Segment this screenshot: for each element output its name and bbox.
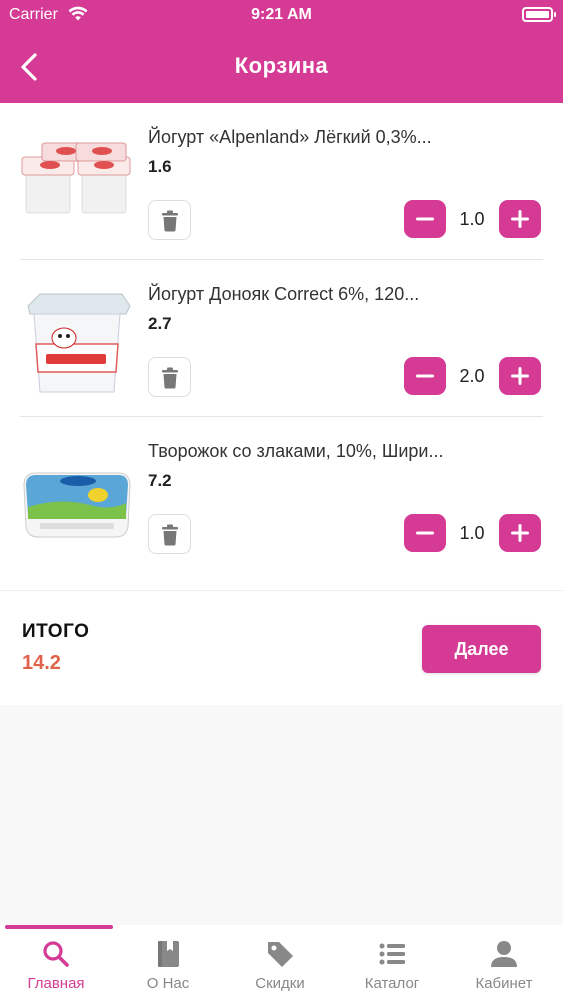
- product-name: Йогурт «Alpenland» Лёгкий 0,3%...: [148, 127, 432, 147]
- product-name: Творожок со злаками, 10%, Шири...: [148, 441, 444, 461]
- cart-item: Йогурт «Alpenland» Лёгкий 0,3%... 1.6 1.…: [0, 103, 563, 260]
- tab-home[interactable]: Главная: [0, 935, 112, 997]
- battery-icon: [522, 7, 556, 22]
- tab-label: Скидки: [255, 975, 305, 992]
- tab-label: Кабинет: [475, 975, 533, 992]
- minus-icon: [416, 531, 434, 535]
- product-image: [23, 472, 131, 538]
- tab-account[interactable]: Кабинет: [448, 935, 560, 997]
- tab-bar: Главная О Нас Скидки Каталог Кабинет: [0, 925, 563, 1000]
- page-title: Корзина: [234, 53, 329, 78]
- tab-discounts[interactable]: Скидки: [224, 935, 336, 997]
- status-time: 9:21 AM: [251, 6, 312, 23]
- plus-icon: [511, 367, 529, 385]
- increase-quantity-button[interactable]: [499, 514, 541, 552]
- product-name: Йогурт Донояк Correct 6%, 120...: [148, 284, 420, 304]
- tab-catalog[interactable]: Каталог: [336, 935, 448, 997]
- minus-icon: [416, 374, 434, 378]
- delete-button[interactable]: [148, 357, 191, 397]
- increase-quantity-button[interactable]: [499, 200, 541, 238]
- cart-item: Творожок со злаками, 10%, Шири... 7.2 1.…: [0, 417, 563, 574]
- delete-button[interactable]: [148, 514, 191, 554]
- product-image: [27, 293, 131, 393]
- book-icon: [158, 941, 179, 967]
- next-button[interactable]: Далее: [422, 625, 541, 673]
- plus-icon: [511, 524, 529, 542]
- increase-quantity-button[interactable]: [499, 357, 541, 395]
- user-icon: [491, 941, 517, 967]
- delete-button[interactable]: [148, 200, 191, 240]
- list-icon: [379, 943, 405, 965]
- plus-icon: [511, 210, 529, 228]
- tag-icon: [268, 942, 293, 967]
- decrease-quantity-button[interactable]: [404, 357, 446, 395]
- quantity-value: 1.0: [459, 209, 485, 229]
- product-price: 1.6: [148, 157, 172, 176]
- quantity-value: 2.0: [459, 366, 485, 386]
- trash-icon: [162, 210, 178, 232]
- trash-icon: [162, 524, 178, 546]
- status-bar: Carrier 9:21 AM: [0, 0, 563, 30]
- decrease-quantity-button[interactable]: [404, 200, 446, 238]
- decrease-quantity-button[interactable]: [404, 514, 446, 552]
- trash-icon: [162, 367, 178, 389]
- tab-label: Каталог: [364, 975, 420, 992]
- product-image: [21, 142, 131, 214]
- product-price: 2.7: [148, 314, 172, 333]
- minus-icon: [416, 217, 434, 221]
- order-summary: ИТОГО 14.2 Далее: [0, 590, 563, 705]
- tab-label: Главная: [27, 975, 85, 992]
- tab-label: О Нас: [146, 975, 190, 992]
- quantity-value: 1.0: [459, 523, 485, 543]
- product-price: 7.2: [148, 471, 172, 490]
- app-header: Carrier 9:21 AM Корзина: [0, 0, 563, 103]
- total-value: 14.2: [22, 652, 61, 674]
- active-tab-indicator: [5, 925, 113, 929]
- cart-item: Йогурт Донояк Correct 6%, 120... 2.7 2.0: [0, 260, 563, 417]
- total-label: ИТОГО: [22, 621, 90, 642]
- search-icon: [43, 941, 69, 967]
- tab-about[interactable]: О Нас: [112, 935, 224, 997]
- cart-list: Йогурт «Alpenland» Лёгкий 0,3%... 1.6 1.…: [0, 103, 563, 590]
